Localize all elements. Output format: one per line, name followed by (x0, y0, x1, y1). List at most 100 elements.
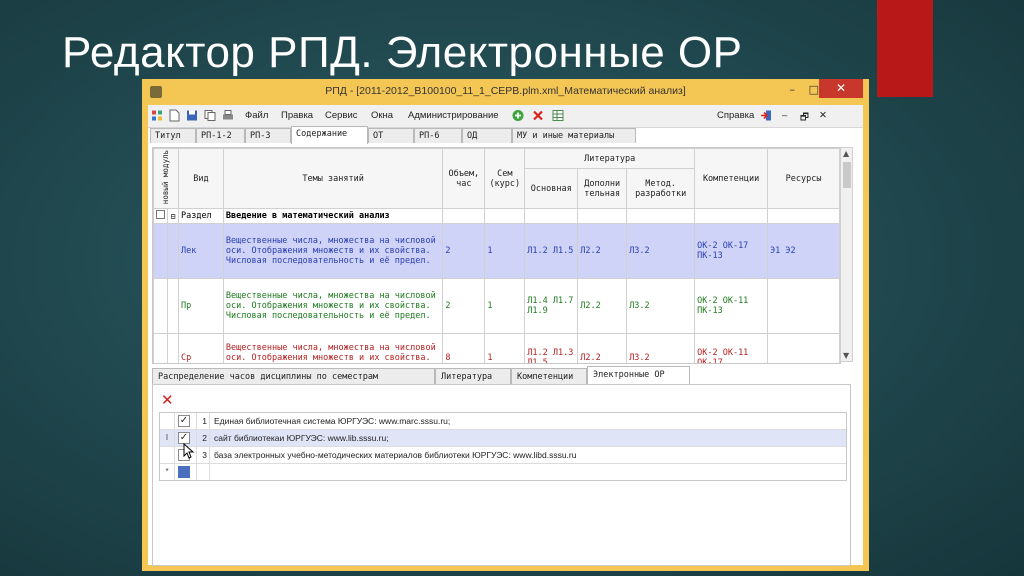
row-lit-main[interactable]: Л1.2 Л1.3 Л1.5 (524, 333, 579, 363)
row-volume[interactable]: 2 (442, 223, 486, 280)
table-row[interactable]: Пр Вещественные числа, множества на числ… (153, 278, 840, 335)
row-lit-extra[interactable]: Л2.2 (577, 278, 628, 335)
delete-icon[interactable]: ✕ (161, 391, 174, 409)
header-competencies: Компетенции (694, 148, 769, 210)
tab-rp-6[interactable]: РП-6 (414, 128, 462, 143)
row-text[interactable]: сайт библиотекаи ЮРГУЭС: www.lib.sssu.ru… (214, 430, 389, 446)
row-volume[interactable]: 8 (442, 333, 486, 363)
maximize-button[interactable]: □ (809, 83, 819, 96)
tab-mu[interactable]: МУ и иные материалы (512, 128, 636, 143)
title-bar: РПД - [2011-2012_B100100_11_1_СЕРВ.plm.x… (148, 79, 863, 105)
grid-icon[interactable] (151, 109, 163, 122)
section-row[interactable]: ⊟ Раздел Введение в математический анали… (153, 208, 840, 225)
table-row[interactable]: Лек Вещественные числа, множества на чис… (153, 223, 840, 280)
row-lit-main[interactable]: Л1.2 Л1.5 (524, 223, 579, 280)
row-resources[interactable] (767, 278, 840, 335)
menu-file[interactable]: Файл (245, 110, 268, 121)
header-vid: Вид (177, 148, 224, 210)
section-checkbox[interactable] (153, 208, 168, 225)
row-lit-method[interactable]: Л3.2 (626, 278, 696, 335)
row-sem[interactable]: 1 (484, 278, 526, 335)
mdi-restore-button[interactable]: 🗗 (800, 110, 809, 126)
er-list: ✓ 1 Единая библиотечная система ЮРГУЭС: … (159, 412, 847, 481)
row-topic[interactable]: Вещественные числа, множества на числово… (222, 278, 444, 335)
add-icon[interactable] (512, 109, 524, 122)
row-lit-method[interactable]: Л3.2 (626, 333, 696, 363)
header-lit-extra: Дополни тельная (577, 168, 628, 210)
electronic-or-panel: ✕ ✓ 1 Единая библиотечная система ЮРГУЭС… (152, 384, 851, 566)
row-competencies[interactable]: ОК-2 ОК-11 ПК-13 (694, 278, 769, 335)
mdi-minimize-button[interactable]: – (782, 110, 787, 121)
row-vid: Ср (177, 333, 224, 363)
delete-icon[interactable] (532, 109, 544, 122)
tab-ot[interactable]: ОТ (368, 128, 414, 143)
row-marker: I (160, 430, 175, 446)
section-topic: Введение в математический анализ (222, 208, 444, 225)
row-number: 2 (196, 430, 210, 446)
row-text[interactable]: база электронных учебно-методических мат… (214, 447, 576, 463)
tab-competencies[interactable]: Компетенции (511, 368, 587, 384)
mdi-close-button[interactable]: ✕ (819, 110, 827, 121)
row-resources[interactable]: Э1 Э2 (767, 223, 840, 280)
section-collapse-icon[interactable]: ⊟ (167, 208, 179, 225)
row-competencies[interactable]: ОК-2 ОК-11 ОК-17 (694, 333, 769, 363)
new-row[interactable]: * (160, 464, 846, 480)
row-sem[interactable]: 1 (484, 223, 526, 280)
table-icon[interactable] (552, 109, 564, 122)
menu-service[interactable]: Сервис (325, 110, 358, 121)
row-lit-main[interactable]: Л1.4 Л1.7 Л1.9 (524, 278, 579, 335)
list-item[interactable]: I ✓ 2 сайт библиотекаи ЮРГУЭС: www.lib.s… (160, 430, 846, 447)
grid-scrollbar[interactable]: ▲ ▼ (840, 147, 853, 362)
topics-table: новый модуль Вид Темы занятий Объем, час… (153, 148, 840, 363)
save-icon[interactable] (186, 109, 198, 122)
row-topic[interactable]: Вещественные числа, множества на числово… (222, 333, 444, 363)
row-competencies[interactable]: ОК-2 ОК-17 ПК-13 (694, 223, 769, 280)
menu-windows[interactable]: Окна (371, 110, 393, 121)
row-lit-extra[interactable]: Л2.2 (577, 333, 628, 363)
print-icon[interactable] (222, 109, 234, 122)
tab-rp-1-2[interactable]: РП-1-2 (196, 128, 245, 143)
header-volume: Объем, час (442, 148, 486, 210)
row-lit-extra[interactable]: Л2.2 (577, 223, 628, 280)
exit-icon[interactable] (760, 109, 772, 122)
tab-od[interactable]: ОД (462, 128, 512, 143)
row-sem[interactable]: 1 (484, 333, 526, 363)
minimize-button[interactable]: – (790, 83, 796, 96)
tab-literature[interactable]: Литература (435, 368, 511, 384)
row-volume[interactable]: 2 (442, 278, 486, 335)
tab-hours-distribution[interactable]: Распределение часов дисциплины по семест… (152, 368, 435, 384)
menu-admin[interactable]: Администрирование (408, 110, 499, 121)
slide-title: Редактор РПД. Электронные ОР (62, 28, 743, 77)
scroll-up-icon[interactable]: ▲ (843, 149, 849, 158)
row-number: 1 (196, 413, 210, 429)
tab-rp-3[interactable]: РП-3 (245, 128, 291, 143)
row-checkbox[interactable]: ✓ (178, 415, 190, 427)
row-number: 3 (196, 447, 210, 463)
close-button[interactable]: ✕ (819, 79, 863, 98)
tab-soderzhanie[interactable]: Содержание (291, 126, 368, 144)
row-resources[interactable] (767, 333, 840, 363)
table-row[interactable]: Ср Вещественные числа, множества на числ… (153, 333, 840, 363)
scroll-thumb[interactable] (843, 162, 851, 188)
list-item[interactable]: 3 база электронных учебно-методических м… (160, 447, 846, 464)
new-row-marker: * (160, 464, 175, 480)
scroll-down-icon[interactable]: ▼ (843, 351, 849, 360)
row-marker (160, 413, 175, 429)
red-accent-bar (877, 0, 933, 97)
header-resources: Ресурсы (767, 148, 840, 210)
new-file-icon[interactable] (168, 109, 180, 122)
row-lit-method[interactable]: Л3.2 (626, 223, 696, 280)
copy-icon[interactable] (204, 109, 216, 122)
header-lit-main: Основная (524, 168, 579, 210)
menu-bar: Файл Правка Сервис Окна Администрировани… (148, 105, 863, 128)
tab-titul[interactable]: Титул (150, 128, 196, 143)
menu-help[interactable]: Справка (717, 110, 754, 121)
new-row-icon[interactable] (178, 466, 190, 478)
row-topic[interactable]: Вещественные числа, множества на числово… (222, 223, 444, 280)
row-text[interactable]: Единая библиотечная система ЮРГУЭС: www.… (214, 413, 450, 429)
list-item[interactable]: ✓ 1 Единая библиотечная система ЮРГУЭС: … (160, 413, 846, 430)
tab-electronic-or[interactable]: Электронные ОР (587, 366, 690, 385)
section-vid: Раздел (177, 208, 224, 225)
menu-edit[interactable]: Правка (281, 110, 313, 121)
header-sem: Сем (курс) (484, 148, 526, 210)
